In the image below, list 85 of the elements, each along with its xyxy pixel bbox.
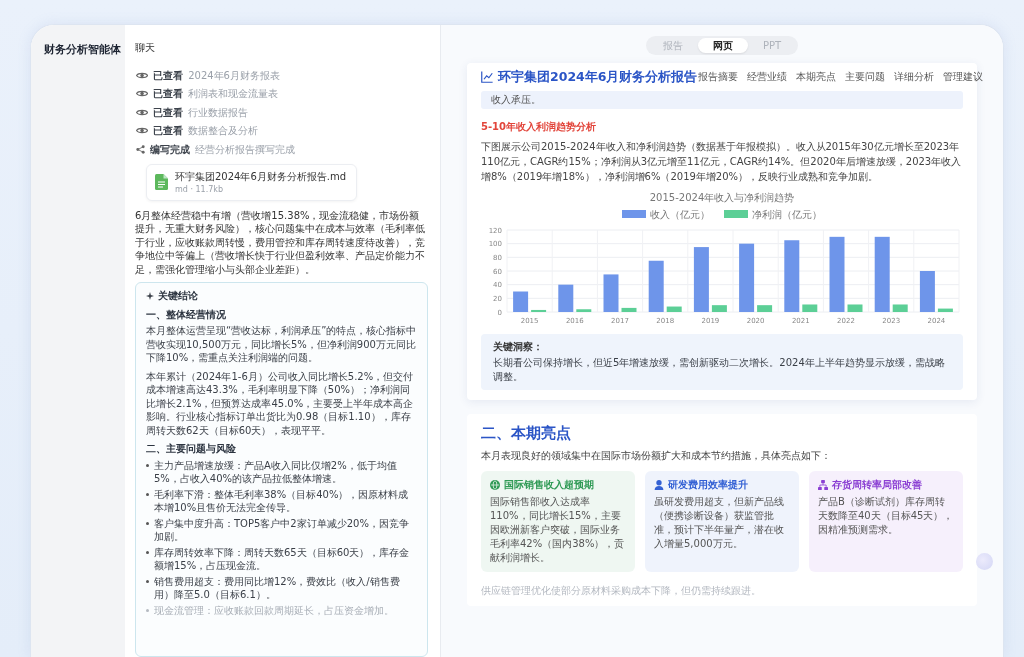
legend-label[interactable]: 净利润（亿元）: [752, 209, 822, 220]
bullet-icon: [146, 463, 149, 467]
step-status: 已查看: [153, 124, 184, 138]
section-heading: 二、主要问题与风险: [146, 442, 237, 456]
section-heading: 一、整体经营情况: [146, 307, 227, 321]
nav-link[interactable]: 详细分析: [893, 70, 934, 84]
summary-text: 6月整体经营稳中有增（营收增15.38%，现金流稳健，市场份额提升，无重大财务风险），核心问题集中在成本与效率（毛利率低于行业，应收账款周转慢，费用管控和库存周转速度待改善），竞争地位中等偏上（营收增长快于行业但盈利效率、产品定价能力不足，需强化管理缩小与头部企业差距）。: [135, 208, 426, 276]
bullet-icon: [146, 550, 149, 554]
step-status: 编写完成: [150, 142, 190, 156]
section-heading: 二、本期亮点: [481, 423, 572, 443]
step-detail: 2024年6月财务报表: [188, 68, 280, 82]
file-name: 环宇集团2024年6月财务分析报告.md: [175, 170, 347, 184]
nav-link[interactable]: 本期亮点: [795, 70, 836, 84]
chart-bar: [531, 309, 547, 312]
chart-bar: [621, 307, 637, 312]
bullet-icon: [146, 579, 149, 583]
step-detail: 经营分析报告撰写完成: [195, 142, 295, 156]
sparkle-icon: [146, 291, 154, 300]
step-detail: 利润表和现金流量表: [188, 87, 279, 101]
nav-link[interactable]: 管理建议: [942, 70, 983, 84]
paragraph: 本月整体运营呈现“营收达标，利润承压”的特点，核心指标中营收实现10,500万元，同比增长5%，但净利润900万元同比下降10%，需重点关注利润端的问题。: [146, 324, 417, 365]
chart-bar: [784, 240, 800, 312]
insight-label: 关键洞察：: [493, 340, 544, 354]
chart-bar: [558, 284, 574, 312]
app-title: 财务分析智能体: [44, 42, 122, 56]
paragraph: 本年累计（2024年1-6月）公司收入同比增长5.2%，但交付成本增速高达43.3%，毛利率明显下降（50%）；净利润同比增长2.1%，但预算达成率45.0%，主要受上半年成本高企影响。行业核心指标订单出货比为0.98（目标1.10），库存周转天数62天（目标60天），表现平平。: [146, 369, 415, 437]
chart-title: 2015-2024年收入与净利润趋势: [649, 192, 795, 203]
eye-icon: [136, 127, 149, 135]
step-detail: 数据整合及分析: [188, 124, 259, 138]
list-item-text: 客户集中度升高：TOP5客户中2家订单减少20%，因竞争加剧。: [154, 516, 410, 544]
chart-bar: [693, 247, 709, 312]
chart-bar: [648, 260, 664, 312]
highlight-title: 存货周转率局部改善: [832, 478, 922, 492]
nav-link[interactable]: 经营业绩: [746, 70, 787, 84]
nav-link[interactable]: 主要问题: [844, 70, 885, 84]
legend-label[interactable]: 收入（亿元）: [650, 209, 710, 220]
chart-bar: [847, 304, 863, 312]
list-item-text: 主力产品增速放缓：产品A收入同比仅增2%，低于均值5%，占收入40%的该产品拉低整体增速。: [154, 458, 398, 486]
bullet-icon: [146, 521, 149, 525]
chart-bar: [576, 309, 592, 312]
line-chart-icon: [481, 71, 493, 83]
highlight-title: 研发费用效率提升: [668, 478, 748, 492]
chart-bar: [513, 291, 529, 312]
share-icon: [136, 144, 145, 154]
card-title: 关键结论: [158, 289, 198, 303]
eye-icon: [136, 71, 149, 79]
section-subheading: 5-10年收入利润趋势分析: [481, 120, 598, 134]
chart-bar: [919, 271, 935, 312]
footnote-text: 供应链管理优化使部分原材料采购成本下降，但仍需持续跟进。: [481, 584, 762, 598]
list-item-text: 现金流管理：应收账款回款周期延长，占压资金增加。: [154, 603, 394, 617]
chart-bar: [711, 305, 727, 312]
document-icon: [155, 174, 168, 191]
chart-bar: [666, 306, 682, 312]
step-status: 已查看: [153, 105, 184, 119]
chart-bar: [892, 304, 908, 312]
chart-bar: [937, 308, 953, 312]
bullet-icon: [146, 492, 149, 496]
chat-title: 聊天: [135, 41, 155, 55]
step-status: 已查看: [153, 68, 184, 82]
file-meta: md · 11.7kb: [175, 183, 224, 195]
highlight-title: 国际销售收入超预期: [504, 478, 594, 492]
paragraph: 本月表现良好的领域集中在国际市场份额扩大和成本节约措施，具体亮点如下：: [481, 449, 832, 463]
highlight-text: 国际销售部收入达成率110%，同比增长15%，主要因欧洲新客户突破，国际业务毛利率42%（国内38%），贡献利润增长。: [490, 495, 626, 565]
highlight-text: 虽研发费用超支，但新产品线（便携诊断设备）获监管批准，预计下半年量产，潜在收入增量5,000万元。: [654, 495, 785, 551]
chart-bar: [739, 243, 755, 312]
list-item-text: 毛利率下滑：整体毛利率38%（目标40%），因原材料成本增10%且售价无法完全传导。: [154, 487, 410, 515]
step-detail: 行业数据报告: [188, 105, 249, 119]
list-item-text: 库存周转效率下降：周转天数65天（目标60天），库存金额增15%，占压现金流。: [154, 545, 411, 573]
highlight-text: 产品B（诊断试剂）库存周转天数降至40天（目标45天），因精准预测需求。: [818, 495, 954, 537]
eye-icon: [136, 90, 149, 98]
eye-icon: [136, 108, 149, 116]
report-title: 环宇集团2024年6月财务分析报告: [498, 70, 698, 84]
floating-button[interactable]: [976, 553, 993, 570]
step-status: 已查看: [153, 87, 184, 101]
insight-text: 长期看公司保持增长，但近5年增速放缓，需创新驱动二次增长。2024年上半年趋势显示放缓，需战略调整。: [493, 356, 946, 384]
bullet-icon: [146, 608, 149, 612]
paragraph: 下图展示公司2015-2024年收入和净利润趋势（数据基于年报模拟）。收入从2015年30亿元增长至2023年110亿元，CAGR约15%；净利润从3亿元增至11亿元，CAGR约14%。但2020年后增速放缓，2023年收入增8%（2019年增18%），净利润增6%（2019年增20%），反映行业成熟和竞争加剧。: [481, 140, 963, 184]
chart-bar: [603, 274, 619, 312]
summary-callout: 收入承压。: [481, 91, 963, 109]
view-tab[interactable]: 网页: [697, 38, 748, 53]
chart-bar: [802, 304, 818, 312]
file-card[interactable]: 环宇集团2024年6月财务分析报告.md md · 11.7kb: [146, 164, 358, 201]
list-item-text: 销售费用超支：费用同比增12%，费效比（收入/销售费用）降至5.0（目标6.1）。: [154, 574, 401, 602]
chart-bar: [757, 305, 773, 312]
nav-link[interactable]: 报告摘要: [697, 70, 738, 84]
